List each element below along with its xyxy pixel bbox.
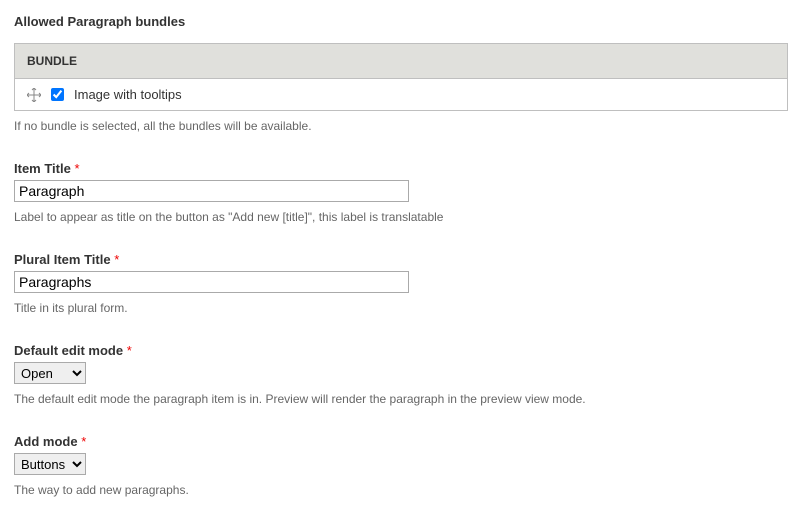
default-edit-mode-label: Default edit mode * — [14, 343, 788, 358]
default-edit-mode-field: Default edit mode * Open The default edi… — [14, 343, 788, 406]
bundle-label[interactable]: Image with tooltips — [74, 87, 182, 102]
add-mode-label: Add mode * — [14, 434, 788, 449]
plural-item-title-input[interactable] — [14, 271, 409, 293]
table-row: Image with tooltips — [15, 79, 788, 111]
bundle-table: BUNDLE — [14, 43, 788, 111]
add-mode-help: The way to add new paragraphs. — [14, 483, 788, 497]
bundle-checkbox[interactable] — [51, 88, 64, 101]
bundle-helptext: If no bundle is selected, all the bundle… — [14, 119, 788, 133]
move-icon[interactable] — [27, 88, 41, 102]
required-mark-icon: * — [74, 161, 79, 176]
plural-item-title-label: Plural Item Title * — [14, 252, 788, 267]
add-mode-select[interactable]: Buttons — [14, 453, 86, 475]
default-edit-mode-help: The default edit mode the paragraph item… — [14, 392, 788, 406]
required-mark-icon: * — [127, 343, 132, 358]
plural-item-title-help: Title in its plural form. — [14, 301, 788, 315]
required-mark-icon: * — [81, 434, 86, 449]
add-mode-field: Add mode * Buttons The way to add new pa… — [14, 434, 788, 497]
required-mark-icon: * — [114, 252, 119, 267]
item-title-field: Item Title * Label to appear as title on… — [14, 161, 788, 224]
default-edit-mode-select[interactable]: Open — [14, 362, 86, 384]
allowed-bundles-heading: Allowed Paragraph bundles — [14, 14, 788, 29]
plural-item-title-field: Plural Item Title * Title in its plural … — [14, 252, 788, 315]
bundle-column-header: BUNDLE — [15, 44, 788, 79]
item-title-input[interactable] — [14, 180, 409, 202]
item-title-label: Item Title * — [14, 161, 788, 176]
item-title-help: Label to appear as title on the button a… — [14, 210, 788, 224]
